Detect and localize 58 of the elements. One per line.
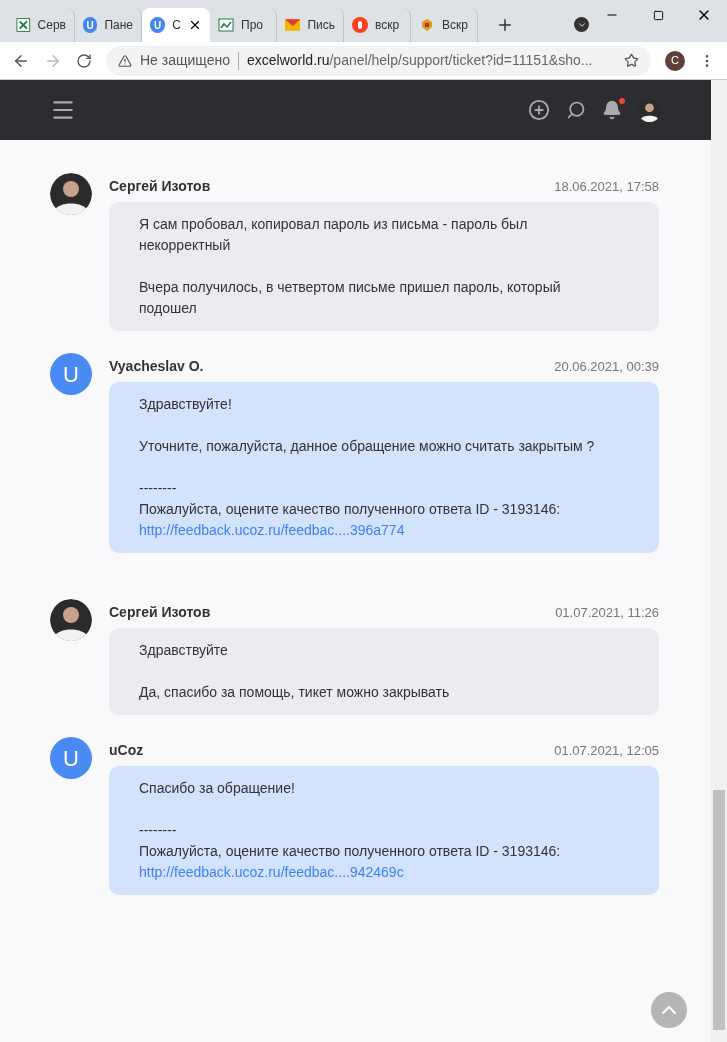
tab-title: Пись [307,17,335,34]
browser-tab[interactable]: вскр [344,8,411,42]
new-tab-icon[interactable] [496,16,514,34]
user-avatar[interactable] [638,98,661,122]
u-logo-icon: U [150,17,166,33]
message-text: Вчера получилось, в четвертом письме пришел пароль, который подошел [139,278,562,318]
user-avatar [50,599,92,641]
tab-title: Пане [104,17,133,34]
u-logo-icon: U [83,17,98,33]
message-text: Здравствуйте [139,641,229,660]
search-icon[interactable] [566,100,586,120]
author-name: Сергей Изотов [109,603,211,622]
envelope-icon [285,18,301,32]
message-time: 18.06.2021, 17:58 [554,178,659,196]
address-bar[interactable]: Не защищено excelworld.ru/panel/help/support/ticket?id=11151&sho... [106,45,651,76]
tab-title: Вскр [442,17,468,34]
tab-title: Про [241,17,263,34]
emblem-icon [419,17,435,33]
message-text: Спасибо за обращение! [139,779,296,798]
message-text: Пожалуйста, оцените качество полученного ответа ID - 3193146: [139,500,562,519]
browser-tab[interactable]: Серв [8,8,75,42]
browser-tab[interactable]: Про [210,8,277,42]
url-text: excelworld.ru/panel/help/support/ticket?id=11151&sho... [247,51,593,70]
user-avatar: U [50,353,92,395]
user-avatar: U [50,737,92,779]
message-text: Здравствуйте! [139,395,233,414]
author-name: Vyacheslav O. [109,357,204,376]
warning-icon [118,53,132,68]
spreadsheet-icon [218,17,234,33]
tab-title: С [172,17,181,34]
tab-search-icon[interactable] [574,17,589,32]
tab-title: Серв [37,17,66,34]
tab-title: вскр [375,17,400,34]
author-name: Сергей Изотов [109,177,211,196]
close-icon[interactable] [188,18,202,32]
message-text: -------- [139,479,178,498]
browser-tab[interactable]: Пись [277,8,344,42]
add-icon[interactable] [528,99,550,121]
security-label: Не защищено [140,51,230,70]
bell-icon[interactable] [602,100,622,120]
message-time: 01.07.2021, 11:26 [555,604,659,622]
user-avatar [50,173,92,215]
message-time: 20.06.2021, 00:39 [554,358,659,376]
bookmark-icon[interactable] [624,53,639,68]
reload-icon[interactable] [76,52,92,69]
browser-tab[interactable]: Вскр [411,8,478,42]
message-time: 01.07.2021, 12:05 [554,742,659,760]
message-text: Я сам пробовал, копировал пароль из письма - пароль был некорректный [139,215,529,255]
message-text: Уточните, пожалуйста, данное обращение можно считать закрытым ? [139,437,596,456]
message-text: Да, спасибо за помощь, тикет можно закрывать [139,683,451,702]
scrollbar[interactable] [711,80,727,1042]
browser-tab[interactable]: U С [142,8,210,42]
spreadsheet-icon [16,17,31,33]
yandex-logo-icon [352,17,368,33]
profile-avatar[interactable]: C [665,50,685,71]
author-name: uCoz [109,741,144,760]
message-text: Пожалуйста, оцените качество полученного ответа ID - 3193146: [139,842,562,861]
message-text: -------- [139,821,178,840]
